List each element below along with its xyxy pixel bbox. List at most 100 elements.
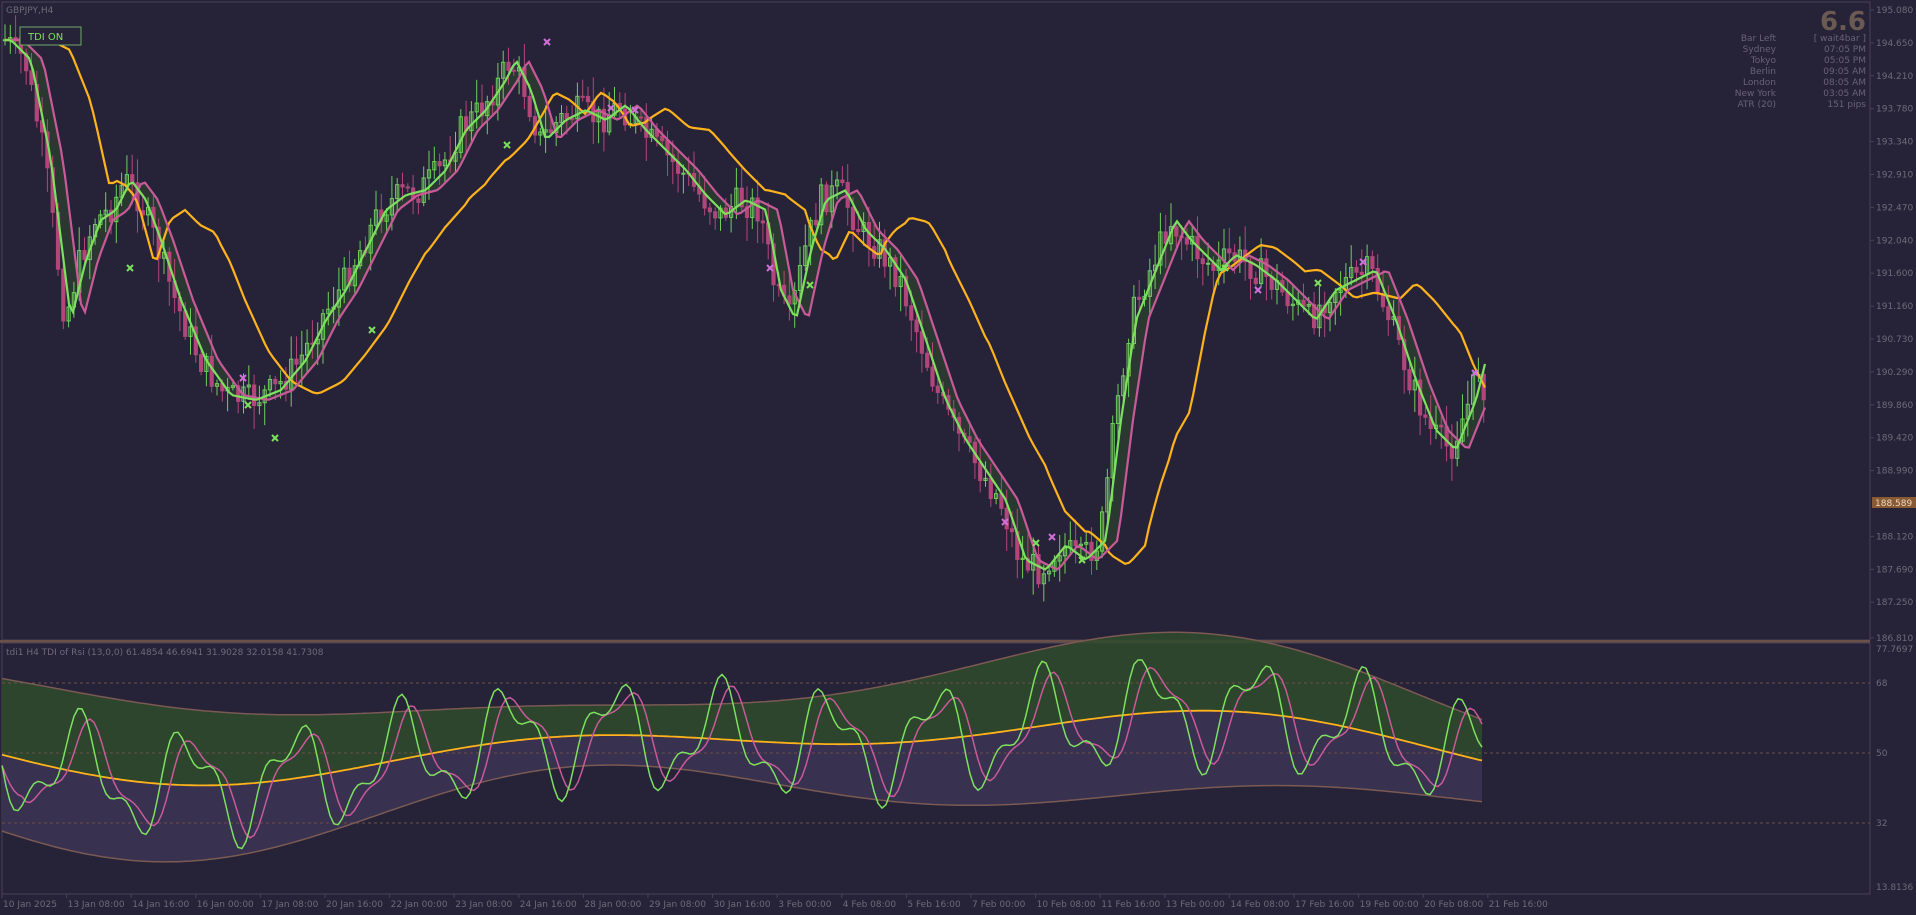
price-tick-label: 191.160 bbox=[1876, 302, 1913, 312]
candle-body bbox=[988, 477, 993, 499]
time-tick-label: 16 Jan 00:00 bbox=[197, 900, 254, 910]
candle-body bbox=[294, 358, 299, 365]
price-tick-label: 186.810 bbox=[1876, 634, 1913, 644]
candle-body bbox=[638, 116, 644, 119]
indicator-level-label: 32 bbox=[1876, 819, 1887, 829]
time-tick-label: 28 Jan 00:00 bbox=[584, 900, 641, 910]
candle-body bbox=[824, 184, 829, 213]
time-tick-label: 20 Feb 08:00 bbox=[1424, 900, 1483, 910]
candle-body bbox=[1200, 258, 1205, 265]
indicator-level-label: 50 bbox=[1876, 749, 1888, 759]
candle-body bbox=[925, 352, 930, 368]
candle-body bbox=[1423, 414, 1428, 418]
time-tick-label: 30 Jan 16:00 bbox=[714, 900, 771, 910]
time-tick-label: 29 Jan 08:00 bbox=[649, 900, 706, 910]
candle-body bbox=[713, 211, 718, 219]
time-tick-label: 17 Jan 08:00 bbox=[261, 900, 318, 910]
candle-body bbox=[1439, 424, 1444, 428]
candle-body bbox=[506, 61, 511, 71]
price-tick-label: 194.650 bbox=[1876, 39, 1913, 49]
price-tick-label: 190.730 bbox=[1876, 335, 1913, 345]
session-row-label: Berlin bbox=[1750, 67, 1776, 77]
price-tick-label: 187.250 bbox=[1876, 598, 1913, 608]
candle-body bbox=[1248, 261, 1253, 279]
candle-body bbox=[967, 436, 972, 443]
session-row-label: Tokyo bbox=[1750, 56, 1777, 66]
candle-body bbox=[570, 118, 575, 121]
candle-body bbox=[978, 462, 983, 482]
price-tick-label: 193.780 bbox=[1876, 105, 1913, 115]
candle-body bbox=[813, 219, 818, 226]
candle-body bbox=[707, 207, 712, 213]
candle-body bbox=[850, 206, 856, 230]
session-row-label: New York bbox=[1735, 89, 1777, 99]
candle-body bbox=[760, 220, 765, 224]
candle-body bbox=[1009, 528, 1015, 533]
price-tick-label: 195.080 bbox=[1876, 6, 1913, 16]
time-tick-label: 19 Feb 00:00 bbox=[1360, 900, 1419, 910]
price-tick-label: 189.860 bbox=[1876, 401, 1913, 411]
session-row-value: 05:05 PM bbox=[1824, 56, 1866, 66]
tdi-toggle-label[interactable]: TDI ON bbox=[27, 32, 63, 43]
time-tick-label: 10 Feb 08:00 bbox=[1037, 900, 1096, 910]
candle-body bbox=[1253, 277, 1258, 285]
candle-body bbox=[919, 331, 924, 354]
candle-body bbox=[1206, 262, 1211, 265]
candle-body bbox=[914, 319, 919, 333]
time-tick-label: 23 Jan 08:00 bbox=[455, 900, 512, 910]
candle-body bbox=[527, 95, 532, 118]
current-price-tag: 188.589 bbox=[1872, 497, 1916, 509]
session-row-value: 151 pips bbox=[1827, 100, 1866, 110]
candle-body bbox=[840, 179, 845, 184]
session-row-value: 07:05 PM bbox=[1824, 45, 1866, 55]
trading-chart[interactable]: tdi1 H4 TDI of Rsi (13,0,0) 61.4854 46.6… bbox=[0, 0, 1916, 915]
candle-body bbox=[1137, 296, 1142, 300]
session-row-label: Bar Left bbox=[1741, 34, 1777, 44]
price-tick-label: 192.470 bbox=[1876, 203, 1913, 213]
time-tick-label: 10 Jan 2025 bbox=[3, 900, 57, 910]
candle-body bbox=[437, 161, 442, 167]
candle-body bbox=[580, 95, 585, 98]
current-price-label: 188.589 bbox=[1875, 499, 1912, 509]
candle-body bbox=[585, 95, 591, 103]
time-tick-label: 14 Jan 16:00 bbox=[132, 900, 189, 910]
candle-body bbox=[1089, 541, 1094, 562]
candle-body bbox=[856, 228, 861, 233]
time-tick-label: 21 Feb 16:00 bbox=[1489, 900, 1548, 910]
tdi-toggle-button[interactable]: TDI ON bbox=[19, 26, 82, 46]
candle-body bbox=[400, 184, 405, 188]
candle-body bbox=[405, 186, 410, 189]
time-tick-label: 11 Feb 16:00 bbox=[1101, 900, 1160, 910]
candle-body bbox=[930, 366, 935, 387]
price-tick-label: 193.340 bbox=[1876, 138, 1913, 148]
time-tick-label: 7 Feb 00:00 bbox=[972, 900, 1026, 910]
candle-body bbox=[909, 305, 914, 321]
candle-body bbox=[416, 198, 421, 203]
indicator-level-label: 13.8136 bbox=[1876, 883, 1913, 893]
session-row-label: ATR (20) bbox=[1737, 100, 1776, 110]
candle-body bbox=[199, 354, 204, 372]
time-tick-label: 22 Jan 00:00 bbox=[391, 900, 448, 910]
indicator-level-label: 77.7697 bbox=[1876, 645, 1913, 655]
candle-body bbox=[252, 384, 257, 407]
price-tick-label: 194.210 bbox=[1876, 72, 1913, 82]
candle-body bbox=[1227, 248, 1232, 254]
price-tick-label: 192.910 bbox=[1876, 171, 1913, 181]
candle-body bbox=[511, 69, 516, 72]
session-row-value: [ wait4bar ] bbox=[1814, 34, 1866, 44]
candle-body bbox=[1004, 507, 1009, 530]
candle-body bbox=[1386, 306, 1391, 321]
candle-body bbox=[13, 37, 18, 40]
time-tick-label: 24 Jan 16:00 bbox=[520, 900, 577, 910]
price-tick-label: 187.690 bbox=[1876, 565, 1913, 575]
symbol-title: GBPJPY,H4 bbox=[6, 6, 54, 16]
time-tick-label: 13 Jan 08:00 bbox=[68, 900, 125, 910]
candle-body bbox=[1370, 256, 1375, 269]
session-row-label: Sydney bbox=[1743, 45, 1777, 55]
session-row-value: 09:05 AM bbox=[1823, 67, 1866, 77]
candle-body bbox=[681, 172, 686, 175]
candle-body bbox=[273, 378, 278, 385]
price-tick-label: 189.420 bbox=[1876, 434, 1913, 444]
session-row-label: London bbox=[1743, 78, 1776, 88]
indicator-header: tdi1 H4 TDI of Rsi (13,0,0) 61.4854 46.6… bbox=[6, 648, 324, 658]
